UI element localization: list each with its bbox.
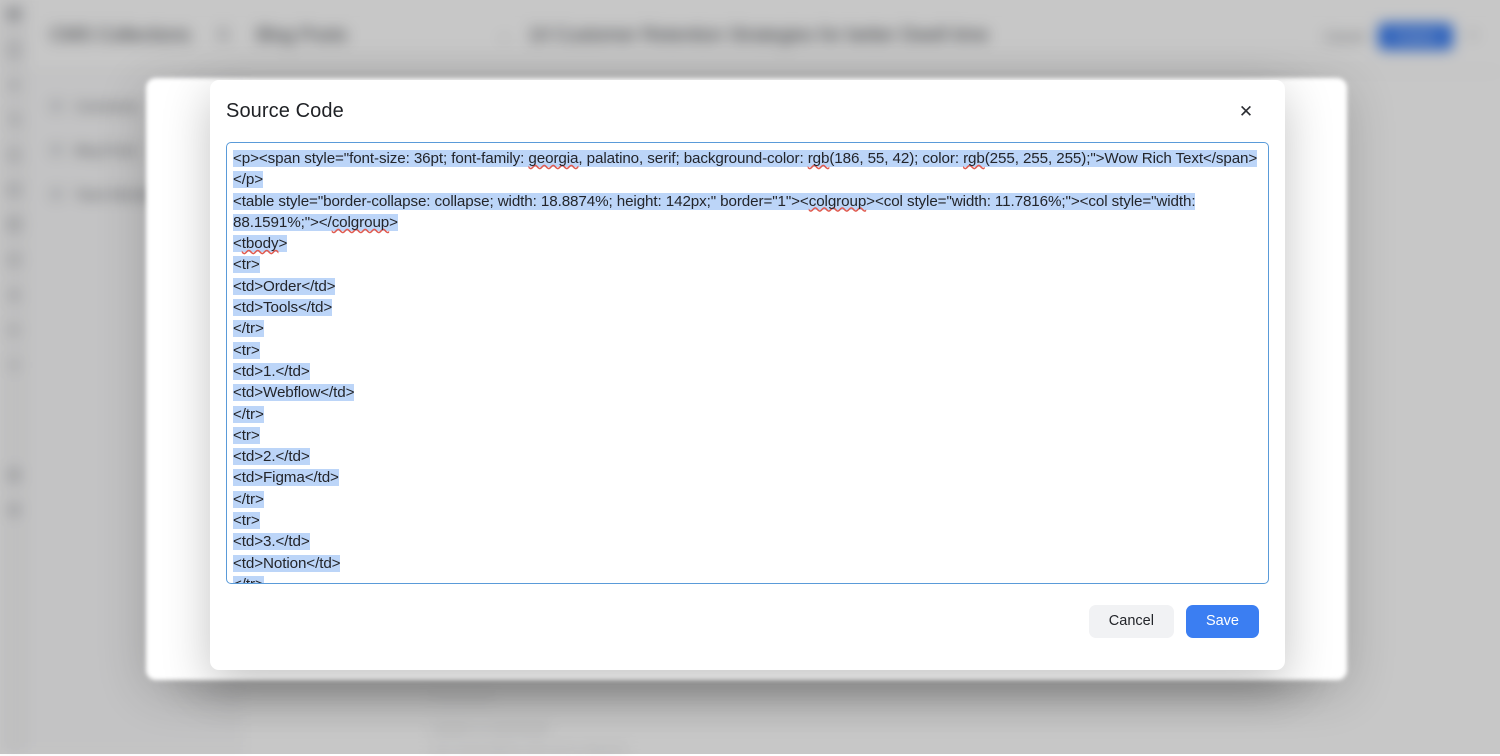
- code-line: <td>2.</td>: [233, 446, 1262, 467]
- modal-backdrop: Source Code ✕ <p><span style="font-size:…: [0, 0, 1500, 754]
- dialog-footer: Cancel Save: [210, 584, 1285, 670]
- code-line: <tr>: [233, 254, 1262, 275]
- close-icon[interactable]: ✕: [1233, 98, 1259, 124]
- dialog-body: <p><span style="font-size: 36pt; font-fa…: [210, 142, 1285, 584]
- code-line: <p><span style="font-size: 36pt; font-fa…: [233, 148, 1262, 169]
- code-line: <table style="border-collapse: collapse;…: [233, 191, 1262, 212]
- source-code-textarea[interactable]: <p><span style="font-size: 36pt; font-fa…: [226, 142, 1269, 584]
- code-line: <tbody>: [233, 233, 1262, 254]
- code-line: <td>1.</td>: [233, 361, 1262, 382]
- code-line: <tr>: [233, 425, 1262, 446]
- source-code-dialog: Source Code ✕ <p><span style="font-size:…: [210, 80, 1285, 670]
- code-line: </tr>: [233, 574, 1262, 583]
- page-title: Source Code: [226, 100, 344, 123]
- code-line: </p>: [233, 169, 1262, 190]
- code-line: </tr>: [233, 489, 1262, 510]
- code-line: <td>Order</td>: [233, 276, 1262, 297]
- code-line: <td>Webflow</td>: [233, 382, 1262, 403]
- code-line: <td>Tools</td>: [233, 297, 1262, 318]
- save-button[interactable]: Save: [1186, 605, 1259, 638]
- code-line: <td>Notion</td>: [233, 553, 1262, 574]
- code-line: <td>Figma</td>: [233, 467, 1262, 488]
- code-line: <tr>: [233, 340, 1262, 361]
- code-line: <td>3.</td>: [233, 531, 1262, 552]
- code-line: </tr>: [233, 404, 1262, 425]
- code-scroll-region[interactable]: <p><span style="font-size: 36pt; font-fa…: [233, 148, 1262, 583]
- cancel-button[interactable]: Cancel: [1089, 605, 1174, 638]
- code-line: 88.1591%;"></colgroup>: [233, 212, 1262, 233]
- dialog-header: Source Code ✕: [210, 80, 1285, 142]
- code-line: </tr>: [233, 318, 1262, 339]
- code-line: <tr>: [233, 510, 1262, 531]
